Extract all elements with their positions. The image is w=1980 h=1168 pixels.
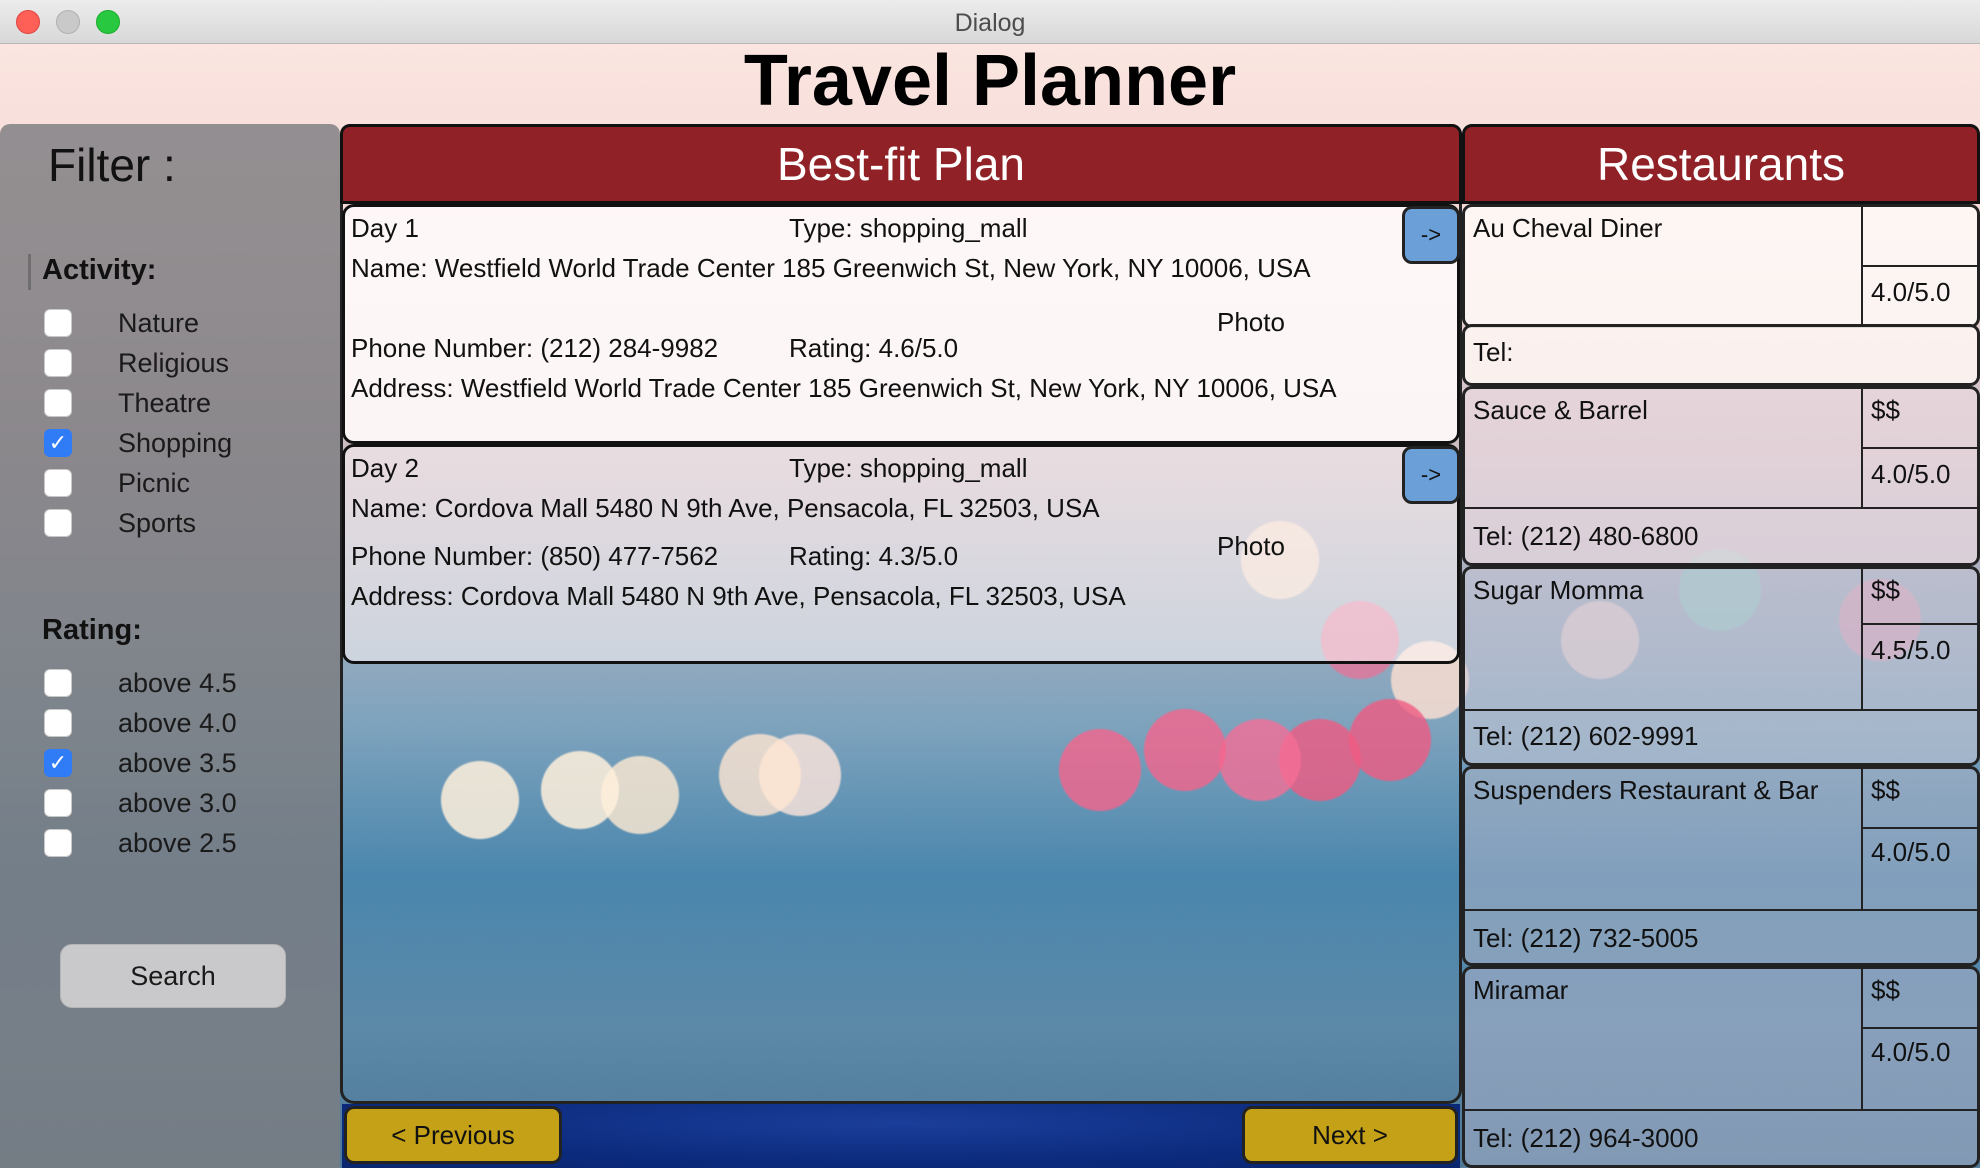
restaurant-price: $$ [1861, 769, 1980, 829]
checkbox-checked[interactable]: ✓ [44, 749, 72, 777]
place-phone: Phone Number: (212) 284-9982 [351, 333, 719, 363]
restaurant-card[interactable]: Miramar $$ 4.0/5.0 Tel: (212) 964-3000 [1462, 966, 1980, 1168]
checkbox-label: above 4.0 [118, 707, 237, 738]
activity-heading: Activity: [42, 254, 157, 286]
search-button[interactable]: Search [60, 944, 286, 1008]
checkbox[interactable] [44, 789, 72, 817]
day-1-detail-button[interactable]: -> [1402, 206, 1460, 264]
app-title: Travel Planner [743, 41, 1237, 121]
restaurant-rating: 4.0/5.0 [1861, 1029, 1980, 1109]
restaurant-name: Miramar [1473, 975, 1569, 1005]
restaurant-price: $$ [1861, 389, 1980, 449]
checkbox[interactable] [44, 349, 72, 377]
checkbox-label: Religious [118, 347, 230, 378]
restaurant-rating: 4.5/5.0 [1861, 625, 1980, 711]
checkbox[interactable] [44, 829, 72, 857]
restaurant-tel: Tel: (212) 732-5005 [1465, 909, 1980, 965]
checkbox-label: Nature [118, 307, 200, 338]
activity-option-picnic[interactable]: Picnic [44, 466, 190, 500]
previous-button[interactable]: < Previous [344, 1106, 562, 1164]
day-2-detail-button[interactable]: -> [1402, 446, 1460, 504]
activity-option-sports[interactable]: Sports [44, 506, 196, 540]
day-card: Day 1 Type: shopping_mall Name: Westfiel… [342, 204, 1460, 444]
checkbox-label: Picnic [118, 467, 191, 498]
checkbox[interactable] [44, 669, 72, 697]
restaurant-card[interactable]: Suspenders Restaurant & Bar $$ 4.0/5.0 T… [1462, 766, 1980, 966]
restaurant-price: $$ [1861, 569, 1980, 625]
filter-heading: Filter : [48, 139, 176, 191]
place-name: Name: Westfield World Trade Center 185 G… [351, 253, 1311, 283]
activity-option-religious[interactable]: Religious [44, 346, 229, 380]
place-name: Name: Cordova Mall 5480 N 9th Ave, Pensa… [351, 493, 1100, 523]
place-rating: Rating: 4.3/5.0 [789, 541, 959, 571]
rating-option-2-5[interactable]: above 2.5 [44, 826, 237, 860]
place-type: Type: shopping_mall [789, 453, 1028, 483]
restaurant-card[interactable]: Sauce & Barrel $$ 4.0/5.0 Tel: (212) 480… [1462, 386, 1980, 566]
rating-heading: Rating: [42, 614, 142, 646]
rating-option-3-5[interactable]: ✓ above 3.5 [44, 746, 237, 780]
day-label: Day 2 [351, 453, 419, 483]
filter-sidebar: Filter : Activity: Nature Religious Thea… [0, 124, 340, 1168]
photo-placeholder: Photo [1217, 531, 1285, 561]
plan-header: Best-fit Plan [340, 124, 1462, 204]
place-address: Address: Westfield World Trade Center 18… [351, 373, 1337, 403]
place-phone: Phone Number: (850) 477-7562 [351, 541, 719, 571]
restaurant-name: Sauce & Barrel [1473, 395, 1648, 425]
restaurant-tel: Tel: (212) 964-3000 [1465, 1109, 1980, 1167]
rating-option-4-0[interactable]: above 4.0 [44, 706, 237, 740]
rating-option-4-5[interactable]: above 4.5 [44, 666, 237, 700]
restaurant-price: $$ [1861, 969, 1980, 1029]
restaurant-name: Sugar Momma [1473, 575, 1644, 605]
rating-option-3-0[interactable]: above 3.0 [44, 786, 237, 820]
restaurant-name: Au Cheval Diner [1473, 213, 1663, 243]
restaurants-header: Restaurants [1462, 124, 1980, 204]
restaurant-card[interactable]: Sugar Momma $$ 4.5/5.0 Tel: (212) 602-99… [1462, 566, 1980, 766]
restaurant-name: Suspenders Restaurant & Bar [1473, 775, 1819, 805]
checkbox[interactable] [44, 709, 72, 737]
checkbox-checked[interactable]: ✓ [44, 429, 72, 457]
window-title: Dialog [954, 9, 1026, 37]
checkbox-label: above 3.5 [118, 747, 237, 778]
day-card: Day 2 Type: shopping_mall Name: Cordova … [342, 444, 1460, 664]
checkbox[interactable] [44, 309, 72, 337]
restaurant-rating: 4.0/5.0 [1861, 267, 1980, 327]
place-rating: Rating: 4.6/5.0 [789, 333, 959, 363]
next-button[interactable]: Next > [1242, 1106, 1458, 1164]
window-titlebar: Dialog [0, 0, 1980, 44]
activity-option-shopping[interactable]: ✓ Shopping [44, 426, 232, 460]
checkbox-label: above 2.5 [118, 827, 237, 858]
restaurant-price [1861, 207, 1980, 267]
checkbox-label: above 3.0 [118, 787, 237, 818]
restaurant-tel: Tel: (212) 602-9991 [1465, 709, 1980, 765]
checkbox-label: Shopping [118, 427, 233, 458]
place-type: Type: shopping_mall [789, 213, 1028, 243]
photo-placeholder: Photo [1217, 307, 1285, 337]
checkbox-label: Theatre [118, 387, 212, 418]
checkbox[interactable] [44, 389, 72, 417]
restaurant-tel: Tel: (212) 480-6800 [1465, 507, 1980, 565]
checkbox[interactable] [44, 509, 72, 537]
restaurant-rating: 4.0/5.0 [1861, 829, 1980, 909]
restaurant-card[interactable]: Au Cheval Diner 4.0/5.0 [1462, 204, 1980, 328]
restaurant-rating: 4.0/5.0 [1861, 449, 1980, 507]
checkbox[interactable] [44, 469, 72, 497]
restaurant-tel-row: Tel: [1462, 324, 1980, 386]
activity-option-nature[interactable]: Nature [44, 306, 199, 340]
activity-option-theatre[interactable]: Theatre [44, 386, 211, 420]
checkbox-label: above 4.5 [118, 667, 237, 698]
day-label: Day 1 [351, 213, 419, 243]
section-divider [28, 254, 31, 290]
checkbox-label: Sports [118, 507, 197, 538]
restaurant-tel: Tel: [1473, 337, 1514, 367]
place-address: Address: Cordova Mall 5480 N 9th Ave, Pe… [351, 581, 1126, 611]
